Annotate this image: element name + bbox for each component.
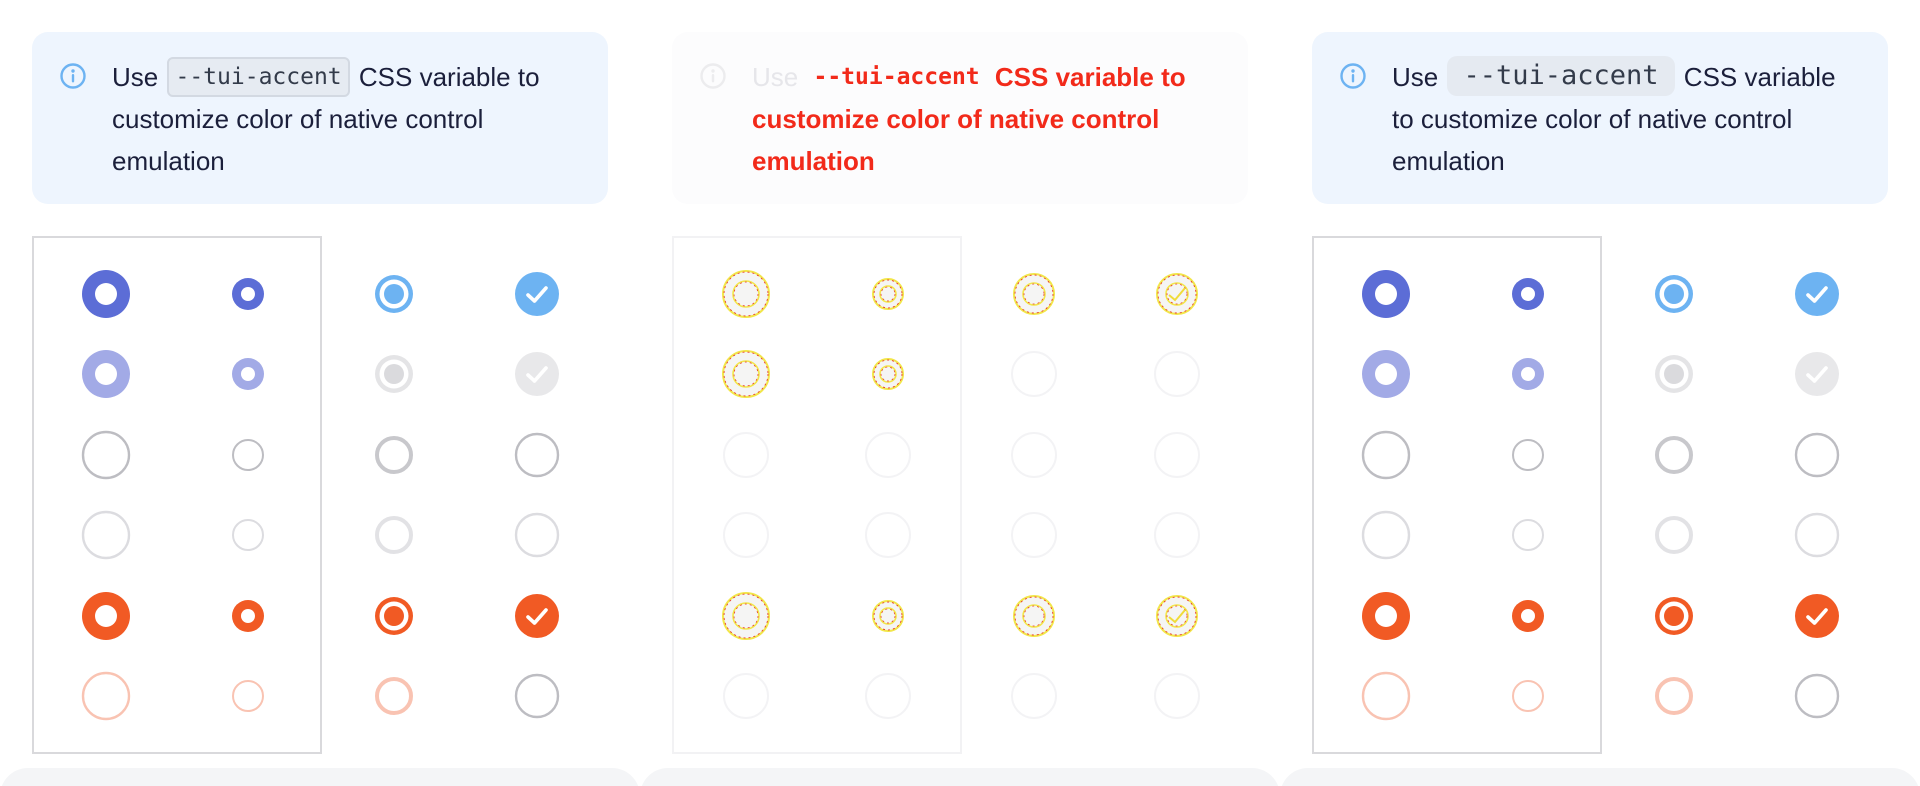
radio-small-checked-disabled: [862, 348, 914, 400]
radio-native-unchecked[interactable]: [1648, 429, 1700, 481]
checkbox-unchecked[interactable]: [511, 429, 563, 481]
radio-large-unchecked: [720, 429, 772, 481]
radio-large-unchecked-disabled: [720, 509, 772, 561]
checkbox-unchecked[interactable]: [1791, 429, 1843, 481]
radio-native-checked-disabled: [1648, 348, 1700, 400]
radio-small-unchecked[interactable]: [1502, 429, 1554, 481]
controls-grid: [0, 0, 640, 786]
radio-small-invalid-checked: [862, 590, 914, 642]
checkbox-checked[interactable]: [1791, 268, 1843, 320]
checkbox-checked-disabled: [511, 348, 563, 400]
radio-large-invalid-checked[interactable]: [80, 590, 132, 642]
radio-small-unchecked-disabled: [222, 509, 274, 561]
radio-large-invalid-checked[interactable]: [1360, 590, 1412, 642]
panel-bottom-edge: [1280, 768, 1920, 786]
checkbox-unchecked: [1151, 429, 1203, 481]
checkbox-invalid-checked[interactable]: [1791, 590, 1843, 642]
radio-large-unchecked[interactable]: [1360, 429, 1412, 481]
radio-large-checked-disabled: [80, 348, 132, 400]
radio-large-checked-disabled: [720, 348, 772, 400]
radio-native-checked[interactable]: [368, 268, 420, 320]
radio-small-unchecked-disabled: [862, 509, 914, 561]
checkbox-invalid-checked[interactable]: [511, 590, 563, 642]
panel-left: Use --tui-accent CSS variable to customi…: [0, 0, 640, 786]
radio-native-checked-disabled: [368, 348, 420, 400]
radio-native-invalid-checked: [1008, 590, 1060, 642]
radio-large-checked-disabled: [1360, 348, 1412, 400]
radio-small-invalid-disabled: [862, 670, 914, 722]
radio-small-checked-disabled: [1502, 348, 1554, 400]
radio-small-unchecked: [862, 429, 914, 481]
checkbox-invalid-disabled: [511, 670, 563, 722]
panel-diff: Use --tui-accent CSS variable to customi…: [640, 0, 1280, 786]
radio-native-unchecked[interactable]: [368, 429, 420, 481]
radio-native-unchecked: [1008, 429, 1060, 481]
radio-large-unchecked-disabled: [1360, 509, 1412, 561]
radio-large-invalid-checked: [720, 590, 772, 642]
checkbox-invalid-disabled: [1791, 670, 1843, 722]
checkbox-checked: [1151, 268, 1203, 320]
radio-large-checked: [720, 268, 772, 320]
checkbox-checked-disabled: [1791, 348, 1843, 400]
checkbox-unchecked-disabled: [1791, 509, 1843, 561]
radio-large-invalid-disabled: [80, 670, 132, 722]
radio-large-invalid-disabled: [720, 670, 772, 722]
checkbox-invalid-checked: [1151, 590, 1203, 642]
radio-large-unchecked[interactable]: [80, 429, 132, 481]
radio-native-invalid-checked[interactable]: [1648, 590, 1700, 642]
radio-small-invalid-disabled: [1502, 670, 1554, 722]
radio-native-unchecked-disabled: [1008, 509, 1060, 561]
radio-small-unchecked[interactable]: [222, 429, 274, 481]
controls-grid: [1280, 0, 1920, 786]
radio-small-invalid-checked[interactable]: [1502, 590, 1554, 642]
radio-small-invalid-checked[interactable]: [222, 590, 274, 642]
radio-native-unchecked-disabled: [368, 509, 420, 561]
radio-large-unchecked-disabled: [80, 509, 132, 561]
radio-large-checked[interactable]: [80, 268, 132, 320]
radio-small-unchecked-disabled: [1502, 509, 1554, 561]
radio-small-checked-disabled: [222, 348, 274, 400]
checkbox-checked-disabled: [1151, 348, 1203, 400]
radio-native-invalid-disabled: [1648, 670, 1700, 722]
checkbox-unchecked-disabled: [1151, 509, 1203, 561]
panel-right: Use --tui-accent CSS variable to customi…: [1280, 0, 1920, 786]
radio-native-checked-disabled: [1008, 348, 1060, 400]
radio-large-invalid-disabled: [1360, 670, 1412, 722]
checkbox-invalid-disabled: [1151, 670, 1203, 722]
radio-small-checked[interactable]: [222, 268, 274, 320]
radio-native-invalid-disabled: [1008, 670, 1060, 722]
radio-native-invalid-disabled: [368, 670, 420, 722]
checkbox-unchecked-disabled: [511, 509, 563, 561]
controls-grid-ghost: [640, 0, 1280, 786]
radio-native-unchecked-disabled: [1648, 509, 1700, 561]
radio-small-invalid-disabled: [222, 670, 274, 722]
panel-bottom-edge: [0, 768, 640, 786]
radio-large-checked[interactable]: [1360, 268, 1412, 320]
radio-native-checked: [1008, 268, 1060, 320]
radio-native-invalid-checked[interactable]: [368, 590, 420, 642]
radio-small-checked: [862, 268, 914, 320]
radio-small-checked[interactable]: [1502, 268, 1554, 320]
panel-bottom-edge: [640, 768, 1280, 786]
radio-native-checked[interactable]: [1648, 268, 1700, 320]
checkbox-checked[interactable]: [511, 268, 563, 320]
